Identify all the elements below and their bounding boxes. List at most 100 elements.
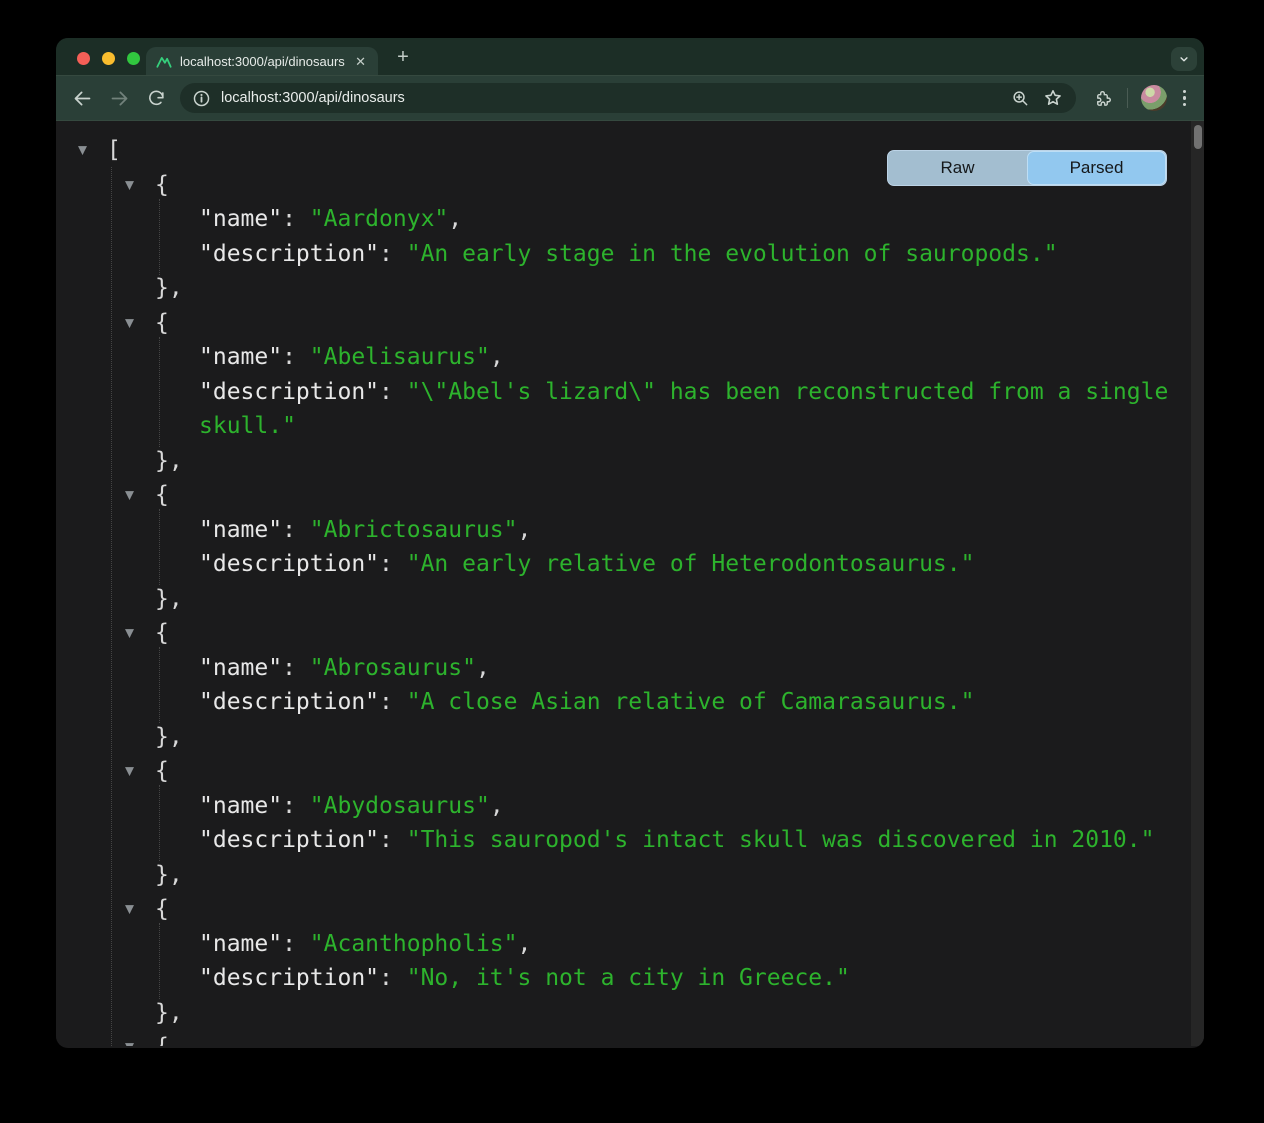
object-open-brace: { <box>155 1034 169 1046</box>
parsed-tab[interactable]: Parsed <box>1027 151 1166 185</box>
colon: : <box>282 655 310 681</box>
site-info-icon[interactable] <box>190 87 212 109</box>
object-close-brace: }, <box>155 448 183 474</box>
colon: : <box>379 827 407 853</box>
browser-toolbar: localhost:3000/api/dinosaurs <box>56 75 1204 121</box>
reload-button[interactable] <box>144 86 168 110</box>
close-window-button[interactable] <box>77 52 90 65</box>
collapse-toggle-icon[interactable]: ▼ <box>125 902 134 917</box>
colon: : <box>282 517 310 543</box>
name-line: "name": "Aardonyx", <box>56 202 1204 237</box>
toolbar-divider <box>1127 88 1128 108</box>
description-line: "description": "No, it's not a city in G… <box>56 961 1204 996</box>
bookmark-star-icon[interactable] <box>1042 87 1064 109</box>
colon: : <box>282 931 310 957</box>
json-key: "description" <box>199 379 379 405</box>
json-key: "description" <box>199 241 379 267</box>
object-open-line: ▼{ <box>56 754 1204 789</box>
description-line: "description": "A close Asian relative o… <box>56 685 1204 720</box>
toolbar-right-cluster <box>1076 85 1191 111</box>
object-close-brace: }, <box>155 724 183 750</box>
forward-arrow-icon <box>109 88 130 109</box>
name-line: "name": "Abrictosaurus", <box>56 513 1204 548</box>
raw-tab[interactable]: Raw <box>888 151 1027 185</box>
site-favicon-mountains-icon <box>156 53 172 69</box>
json-object: ▼{ "name": "Abrosaurus", "description": … <box>56 616 1204 754</box>
reload-icon <box>147 89 166 108</box>
colon: : <box>379 551 407 577</box>
object-close-line: }, <box>56 582 1204 617</box>
json-string-value: "Abelisaurus" <box>310 344 490 370</box>
comma: , <box>518 931 532 957</box>
name-line: "name": "Abelisaurus", <box>56 340 1204 375</box>
description-line: "description": "\"Abel's lizard\" has be… <box>56 375 1204 444</box>
object-open-brace: { <box>155 758 169 784</box>
colon: : <box>379 965 407 991</box>
back-button[interactable] <box>70 86 94 110</box>
back-arrow-icon <box>72 88 93 109</box>
tab-close-icon[interactable]: ✕ <box>351 53 370 70</box>
forward-button[interactable] <box>107 86 131 110</box>
description-line: "description": "An early stage in the ev… <box>56 237 1204 272</box>
object-open-line-partial: ▼{ <box>56 1030 1204 1046</box>
object-open-line: ▼{ <box>56 892 1204 927</box>
json-string-value: "No, it's not a city in Greece." <box>407 965 850 991</box>
json-string-value: "Acanthopholis" <box>310 931 518 957</box>
object-close-brace: }, <box>155 1000 183 1026</box>
object-close-line: }, <box>56 271 1204 306</box>
name-line: "name": "Abrosaurus", <box>56 651 1204 686</box>
collapse-toggle-icon[interactable]: ▼ <box>125 315 134 330</box>
minimize-window-button[interactable] <box>102 52 115 65</box>
collapse-toggle-icon[interactable]: ▼ <box>125 488 134 503</box>
json-object: ▼{ "name": "Abydosaurus", "description":… <box>56 754 1204 892</box>
collapse-toggle-icon[interactable]: ▼ <box>125 626 134 641</box>
browser-window: localhost:3000/api/dinosaurs ✕ + <box>56 38 1204 1048</box>
chevron-down-icon <box>1177 52 1191 66</box>
comma: , <box>490 344 504 370</box>
address-bar-url: localhost:3000/api/dinosaurs <box>221 90 1010 106</box>
colon: : <box>282 344 310 370</box>
extensions-puzzle-icon[interactable] <box>1092 87 1114 109</box>
scrollbar-thumb[interactable] <box>1194 125 1202 149</box>
colon: : <box>282 206 310 232</box>
json-key: "name" <box>199 655 282 681</box>
object-open-line: ▼{ <box>56 616 1204 651</box>
scrollbar-track[interactable] <box>1191 121 1204 1046</box>
json-string-value: "Abrictosaurus" <box>310 517 518 543</box>
comma: , <box>448 206 462 232</box>
comma: , <box>518 517 532 543</box>
object-close-brace: }, <box>155 586 183 612</box>
collapse-toggle-icon[interactable]: ▼ <box>78 143 87 158</box>
json-key: "description" <box>199 965 379 991</box>
comma: , <box>476 655 490 681</box>
json-key: "name" <box>199 793 282 819</box>
object-open-line: ▼{ <box>56 478 1204 513</box>
collapse-toggle-icon[interactable]: ▼ <box>125 1040 134 1046</box>
json-object: ▼ { "name": "Aardonyx", "description": "A… <box>56 168 1204 306</box>
comma: , <box>490 793 504 819</box>
tab-search-chevron-button[interactable] <box>1171 47 1197 71</box>
object-open-brace: { <box>155 172 169 198</box>
browser-menu-kebab-icon[interactable] <box>1179 86 1191 111</box>
object-close-brace: }, <box>155 275 183 301</box>
profile-avatar[interactable] <box>1141 85 1167 111</box>
name-line: "name": "Abydosaurus", <box>56 789 1204 824</box>
page-zoom-icon[interactable] <box>1010 87 1032 109</box>
description-line: "description": "An early relative of Het… <box>56 547 1204 582</box>
browser-tab[interactable]: localhost:3000/api/dinosaurs ✕ <box>146 47 378 75</box>
object-close-brace: }, <box>155 862 183 888</box>
json-string-value: "An early relative of Heterodontosaurus.… <box>407 551 975 577</box>
json-string-value: "Abydosaurus" <box>310 793 490 819</box>
json-key: "name" <box>199 344 282 370</box>
maximize-window-button[interactable] <box>127 52 140 65</box>
json-object: ▼{ "name": "Abelisaurus", "description":… <box>56 306 1204 479</box>
json-string-value: "A close Asian relative of Camarasaurus.… <box>407 689 975 715</box>
json-object: ▼{ "name": "Abrictosaurus", "description… <box>56 478 1204 616</box>
collapse-toggle-icon[interactable]: ▼ <box>125 764 134 779</box>
window-controls <box>77 52 140 65</box>
colon: : <box>282 793 310 819</box>
json-key: "name" <box>199 206 282 232</box>
new-tab-button[interactable]: + <box>392 46 414 68</box>
collapse-toggle-icon[interactable]: ▼ <box>125 177 134 192</box>
address-bar[interactable]: localhost:3000/api/dinosaurs <box>180 83 1076 113</box>
